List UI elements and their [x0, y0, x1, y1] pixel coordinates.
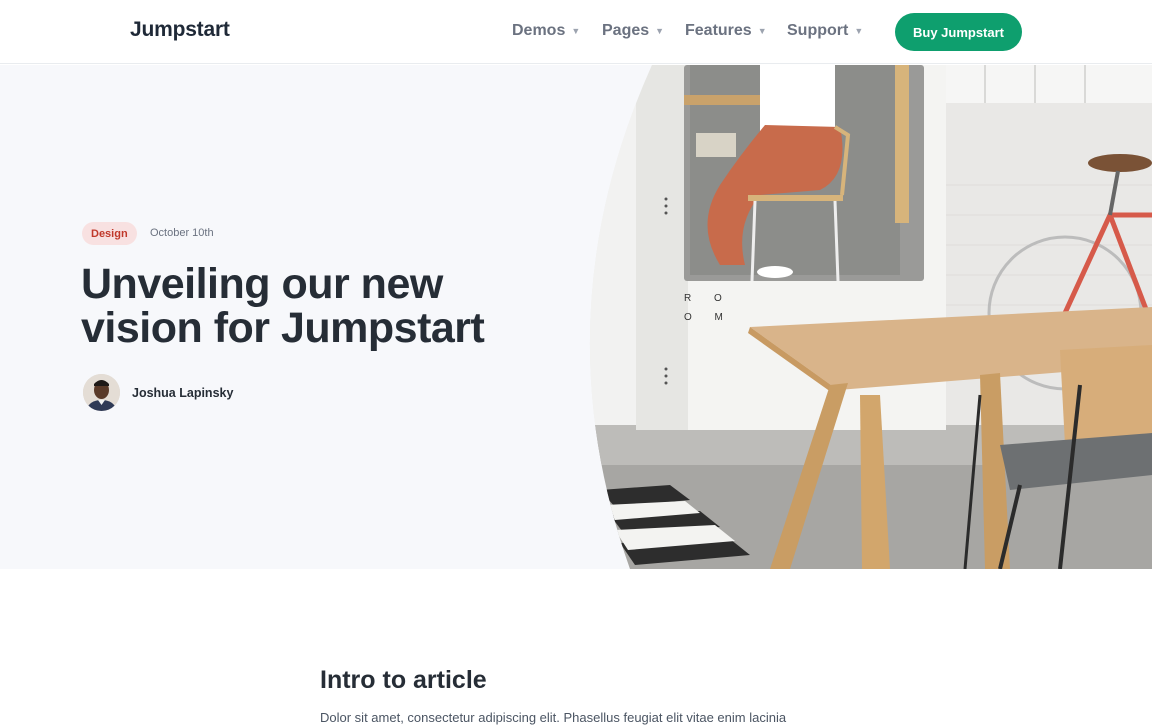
nav-item-label: Features [685, 22, 752, 39]
caret-down-icon: ▼ [571, 26, 581, 36]
room-sign-text: R O [684, 293, 732, 304]
nav-item-label: Demos [512, 22, 566, 39]
nav-item-label: Support [787, 22, 849, 39]
top-navbar: Jumpstart Demos ▼ Pages ▼ Features ▼ Sup… [0, 0, 1152, 64]
caret-down-icon: ▼ [757, 26, 767, 36]
svg-text:O M: O M [684, 312, 733, 323]
nav-item-demos[interactable]: Demos ▼ [512, 22, 580, 40]
avatar-portrait [83, 374, 120, 411]
author-avatar[interactable] [83, 374, 120, 411]
nav-item-features[interactable]: Features ▼ [685, 22, 767, 40]
nav-item-support[interactable]: Support ▼ [787, 22, 863, 40]
article-paragraph: Dolor sit amet, consectetur adipiscing e… [320, 710, 787, 725]
nav-item-label: Pages [602, 22, 650, 39]
hero-section: R O O M Design October 10th Unveiling ou… [0, 65, 1152, 569]
category-badge[interactable]: Design [82, 222, 137, 245]
brand-logo[interactable]: Jumpstart [130, 18, 230, 42]
post-date: October 10th [150, 227, 214, 239]
buy-jumpstart-button[interactable]: Buy Jumpstart [895, 13, 1022, 51]
nav-item-pages[interactable]: Pages ▼ [602, 22, 664, 40]
caret-down-icon: ▼ [655, 26, 665, 36]
section-heading: Intro to article [320, 666, 487, 694]
post-title: Unveiling our new vision for Jumpstart [81, 260, 485, 352]
author-name[interactable]: Joshua Lapinsky [132, 386, 233, 400]
caret-down-icon: ▼ [854, 26, 864, 36]
